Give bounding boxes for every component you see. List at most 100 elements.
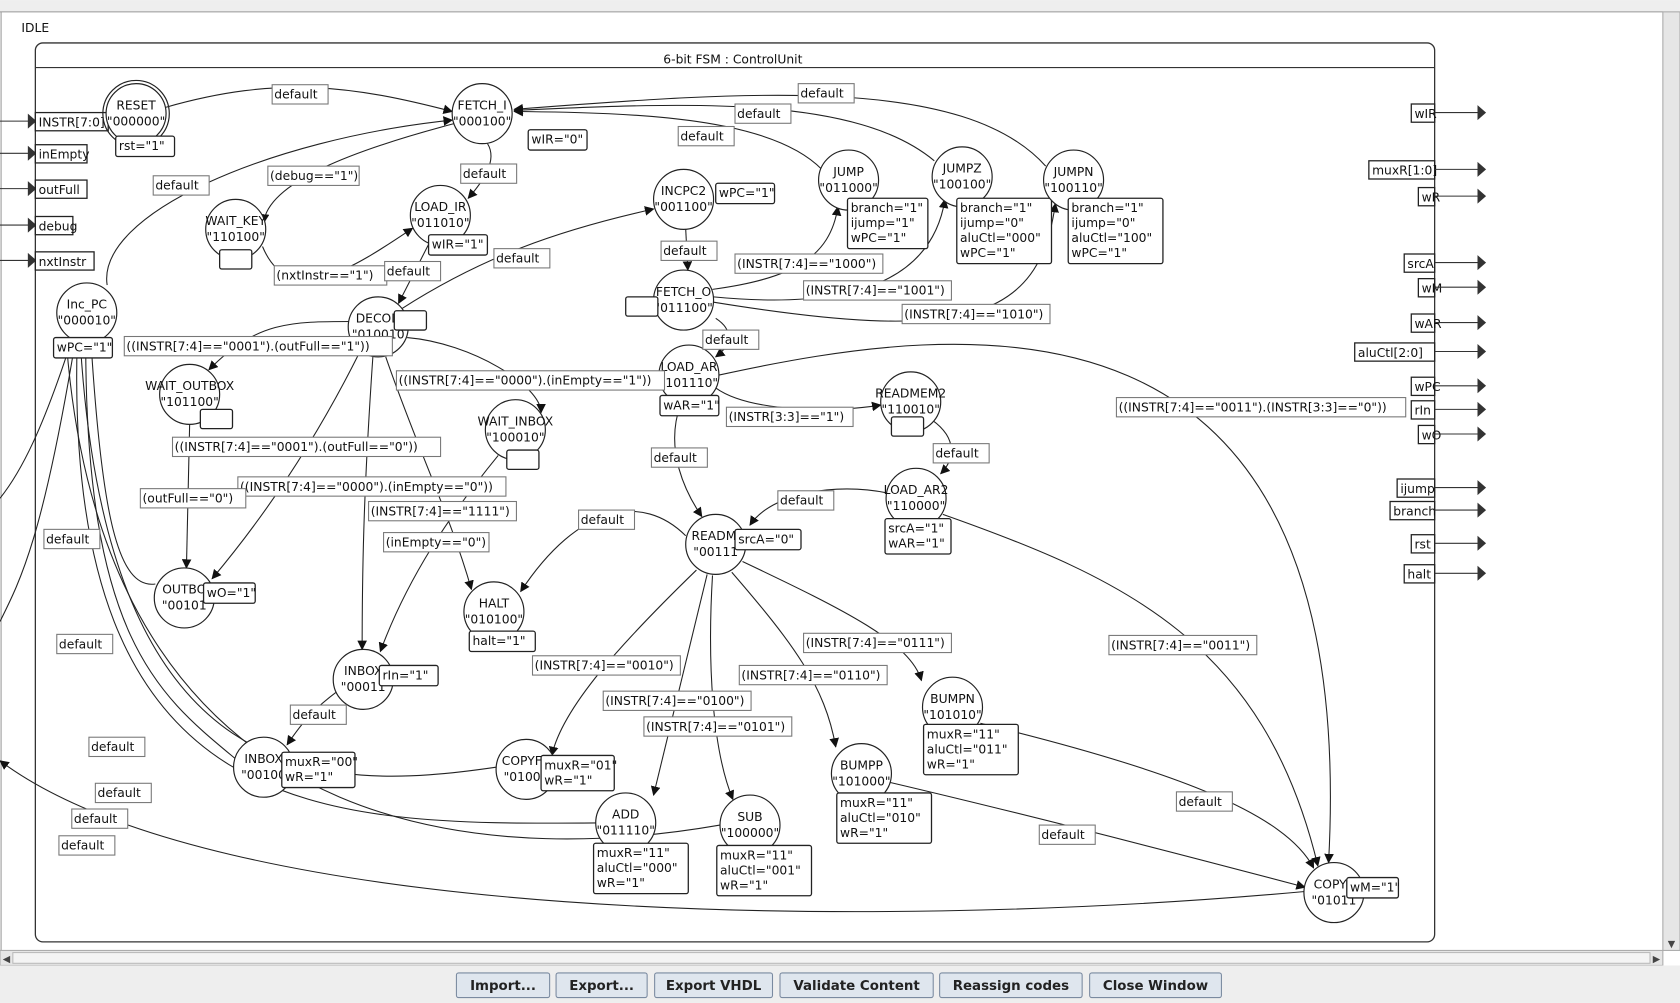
transition-label[interactable]: default [777,490,835,511]
transition-label[interactable]: (INSTR[7:4]=="0011") [1108,634,1258,656]
transition-label[interactable]: default [1038,824,1096,845]
transition-label[interactable]: default [578,509,636,530]
transition-label[interactable]: default [56,633,114,655]
transition-label[interactable]: default [43,528,101,550]
state-code: "000000" [107,114,165,128]
transition-label[interactable]: (INSTR[7:4]=="1000") [734,253,884,274]
transition-label[interactable]: default [71,808,129,829]
scroll-down-icon[interactable]: ▼ [1668,939,1676,950]
transition-label[interactable]: (debug=="1") [267,165,360,186]
state-outputs[interactable]: branch="1"ijump="1"wPC="1" [846,197,929,250]
transition-label[interactable]: ((INSTR[7:4]=="0000").(inEmpty=="0")) [237,476,507,497]
state-outputs[interactable]: srcA="0" [734,528,802,551]
state-outputs[interactable]: wAR="1" [659,394,720,417]
scroll-right-icon[interactable]: ▶ [1653,954,1661,965]
state-load-ar[interactable]: LOAD_AR "101110" wAR="1" [658,344,720,417]
state-outputs[interactable] [199,408,234,430]
transition-label[interactable]: (INSTR[7:4]=="0111") [803,632,952,654]
transition-label[interactable]: default [152,175,210,196]
transition-label[interactable]: default [289,704,347,725]
state-outputs[interactable]: wPC="1" [715,182,776,205]
state-outputs[interactable]: muxR="11"aluCtl="011"wR="1" [922,723,1019,776]
transition-label[interactable]: default [677,125,735,147]
state-outputs[interactable]: wM="1" [1346,876,1400,899]
transition-label[interactable]: default [702,329,760,350]
transition-label[interactable]: default [660,240,718,261]
transition-label[interactable]: (INSTR[7:4]=="0010") [531,655,681,676]
transition-condition: ((INSTR[7:4]=="0001").(outFull=="0")) [175,440,418,454]
state-name: LOAD_AR2 [884,483,949,497]
state-outputs[interactable] [218,249,253,270]
export-button[interactable]: Export... [555,972,648,999]
state-outputs[interactable] [625,296,659,317]
state-outputs[interactable]: wPC="1" [52,336,114,359]
transition-label[interactable]: (INSTR[7:4]=="1010") [901,303,1051,325]
output-assignment: aluCtl="001" [720,863,801,877]
state-outputs[interactable] [506,449,540,470]
transition-label[interactable]: (nxtInstr=="1") [273,265,388,286]
transition-label[interactable]: (INSTR[7:4]=="0110") [738,664,888,686]
vertical-scrollbar[interactable]: ▼ [1662,11,1680,951]
state-name: ADD [612,808,639,822]
state-outputs[interactable]: rst="1" [115,135,176,158]
transition-label[interactable]: ((INSTR[7:4]=="0011").(INSTR[3:3]=="0")) [1115,397,1407,418]
state-outputs[interactable]: wIR="0" [527,129,588,151]
close-window-button[interactable]: Close Window [1089,972,1222,999]
transition-label[interactable]: (INSTR[7:4]=="0100") [602,690,752,711]
transition-label[interactable]: ((INSTR[7:4]=="0001").(outFull=="0")) [171,436,442,458]
state-name: JUMP [832,165,864,179]
state-outputs[interactable] [393,310,428,331]
reassign-codes-button[interactable]: Reassign codes [939,972,1083,999]
transition-label[interactable]: default [460,163,518,184]
state-outputs[interactable]: rIn="1" [378,664,439,687]
state-outputs[interactable]: srcA="1"wAR="1" [884,518,952,555]
transition-label[interactable]: default [88,736,146,758]
state-load-ar2[interactable]: LOAD_AR2 "110000" srcA="1"wAR="1" [884,467,952,555]
horizontal-scrollbar[interactable]: ◀ ▶ [0,949,1664,966]
state-outputs[interactable]: muxR="11"aluCtl="010"wR="1" [836,792,933,844]
transition-label[interactable]: default [650,447,708,468]
state-name: INBOX [344,664,383,678]
transition-label[interactable]: default [384,260,442,282]
transition-label[interactable]: default [94,782,152,804]
output-port-label: wM [1422,282,1443,296]
transition-label[interactable]: (INSTR[7:4]=="1001") [803,280,952,301]
state-name: HALT [479,597,510,611]
state-outputs[interactable]: muxR="00"wR="1" [281,751,358,789]
transition-label[interactable]: default [271,84,329,105]
transition-label[interactable]: default [734,103,792,124]
transition-label[interactable]: default [932,443,990,464]
transition-label[interactable]: (outFull=="0") [139,488,247,509]
state-outputs[interactable] [890,416,925,437]
transition-condition: ((INSTR[7:4]=="0001").(outFull=="1")) [126,339,369,353]
export-vhdl-button[interactable]: Export VHDL [654,972,774,999]
transition-label[interactable]: (INSTR[7:4]=="1111") [368,500,517,522]
transition-label[interactable]: (INSTR[3:3]=="1") [725,406,854,428]
transition-label[interactable]: (INSTR[7:4]=="0101") [643,716,793,737]
state-outputs[interactable]: halt="1" [468,630,536,653]
scroll-left-icon[interactable]: ◀ [3,954,11,965]
state-outputs[interactable]: wO="1" [202,582,256,604]
transition-label[interactable]: default [1175,791,1233,812]
state-outputs[interactable]: wIR="1" [427,234,489,256]
state-outputs[interactable]: muxR="11"aluCtl="000"wR="1" [592,842,689,895]
transition-condition: (INSTR[7:4]=="0011") [1111,638,1250,652]
output-port-label: aluCtl[2:0] [1358,346,1423,360]
transition-label[interactable]: default [797,83,855,104]
output-assignment: aluCtl="000" [960,231,1041,245]
transition-label[interactable]: default [493,248,551,269]
state-outputs[interactable]: muxR="01"wR="1" [540,754,617,792]
state-inc-pc[interactable]: Inc_PC "000010" wPC="1" [52,282,118,359]
transition-condition: default [61,839,104,853]
state-outputs[interactable]: branch="1"ijump="0"aluCtl="000"wPC="1" [956,197,1053,265]
transition-label[interactable]: (inEmpty=="0") [383,532,490,553]
transition-label[interactable]: default [58,835,116,856]
validate-content-button[interactable]: Validate Content [779,972,934,999]
state-outputs[interactable]: muxR="11"aluCtl="001"wR="1" [716,844,813,897]
transition-label[interactable]: ((INSTR[7:4]=="0000").(inEmpty=="1")) [395,370,666,391]
import-button[interactable]: Import... [455,972,551,999]
transition-label[interactable]: ((INSTR[7:4]=="0001").(outFull=="1")) [123,335,393,357]
transition-condition: default [74,812,117,826]
state-outputs[interactable]: branch="1"ijump="0"aluCtl="100"wPC="1" [1067,197,1164,265]
transition-condition: default [1041,828,1084,842]
